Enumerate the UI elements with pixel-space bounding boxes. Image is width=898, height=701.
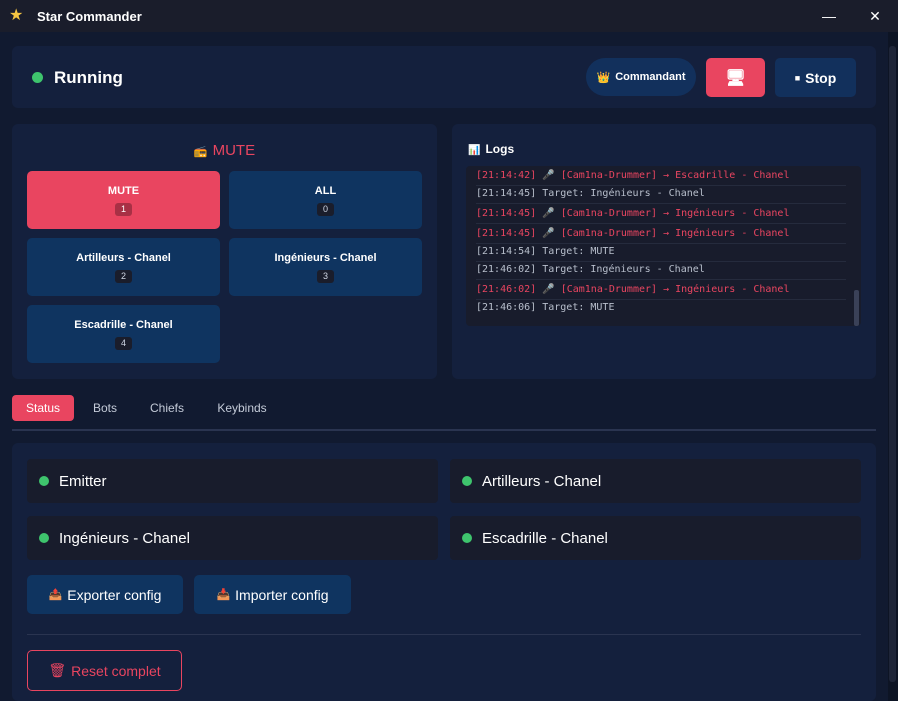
- tab-divider: [12, 429, 876, 431]
- target-ingenieurs-button[interactable]: Ingénieurs - Chanel 3: [229, 238, 422, 296]
- logs-title: 📊 Logs: [468, 142, 514, 156]
- tab-status[interactable]: Status: [12, 395, 74, 421]
- target-label: Escadrille - Chanel: [74, 319, 173, 331]
- log-line: [21:14:42] 🎤 [Cam1na-Drummer] → Escadril…: [476, 166, 846, 186]
- target-escadrille-button[interactable]: Escadrille - Chanel 4: [27, 305, 220, 363]
- target-key-badge: 4: [115, 337, 132, 350]
- target-all-button[interactable]: ALL 0: [229, 171, 422, 229]
- log-line: [21:14:45] 🎤 [Cam1na-Drummer] → Ingénieu…: [476, 224, 846, 244]
- logs-title-label: Logs: [485, 142, 515, 156]
- commandant-label: Commandant: [615, 71, 686, 83]
- status-item-label: Escadrille - Chanel: [482, 530, 608, 547]
- target-label: ALL: [314, 185, 337, 197]
- target-label: MUTE: [107, 185, 140, 197]
- minimize-button[interactable]: —: [806, 0, 852, 32]
- log-scrollbar[interactable]: [854, 290, 859, 326]
- status-dot: [39, 476, 49, 486]
- status-dot: [39, 533, 49, 543]
- radio-icon: 📻: [193, 146, 208, 158]
- target-key-badge: 2: [115, 270, 132, 283]
- stop-button[interactable]: ■ Stop: [775, 58, 856, 97]
- current-target-label: MUTE: [212, 142, 256, 159]
- import-config-label: Importer config: [235, 586, 329, 603]
- window-title: Star Commander: [37, 8, 142, 24]
- log-line: [21:14:54] Target: MUTE: [476, 242, 846, 262]
- scrollbar-thumb[interactable]: [889, 46, 896, 682]
- reset-label: Reset complet: [71, 662, 161, 679]
- page-scrollbar[interactable]: [888, 32, 898, 701]
- chart-icon: 📊: [468, 145, 481, 156]
- log-line: [21:46:02] Target: Ingénieurs - Chanel: [476, 260, 846, 280]
- crown-icon: 👑: [596, 71, 611, 84]
- target-mute-button[interactable]: MUTE 1: [27, 171, 220, 229]
- tab-bots[interactable]: Bots: [84, 395, 126, 421]
- log-line: [21:46:06] Target: MUTE: [476, 302, 615, 313]
- section-divider: [27, 634, 861, 635]
- target-label: Ingénieurs - Chanel: [274, 252, 377, 264]
- status-dot: [462, 476, 472, 486]
- status-item: Ingénieurs - Chanel: [27, 516, 438, 560]
- status-item: Emitter: [27, 459, 438, 503]
- target-key-badge: 3: [317, 270, 334, 283]
- commandant-button[interactable]: 👑 Commandant: [586, 58, 696, 96]
- download-icon: 📥: [216, 589, 231, 601]
- star-icon: ★: [9, 7, 24, 24]
- current-target-title: 📻 MUTE: [12, 142, 437, 159]
- log-line: [21:46:02] 🎤 [Cam1na-Drummer] → Ingénieu…: [476, 280, 846, 300]
- reset-button[interactable]: 🗑 Reset complet: [27, 650, 182, 691]
- running-status-dot: [32, 72, 43, 83]
- trash-icon: 🗑: [48, 662, 67, 678]
- tab-chiefs[interactable]: Chiefs: [140, 395, 194, 421]
- target-key-badge: 0: [317, 203, 334, 216]
- status-item: Escadrille - Chanel: [450, 516, 861, 560]
- stop-icon: ■: [794, 72, 801, 83]
- target-label: Artilleurs - Chanel: [76, 252, 171, 264]
- stop-label: Stop: [805, 69, 837, 86]
- status-item: Artilleurs - Chanel: [450, 459, 861, 503]
- close-button[interactable]: ✕: [852, 0, 898, 32]
- status-item-label: Emitter: [59, 473, 107, 490]
- running-status-label: Running: [54, 68, 123, 87]
- upload-icon: 📤: [48, 589, 63, 601]
- log-line: [21:14:45] Target: Ingénieurs - Chanel: [476, 184, 846, 204]
- status-item-label: Artilleurs - Chanel: [482, 473, 602, 490]
- status-dot: [462, 533, 472, 543]
- status-item-label: Ingénieurs - Chanel: [59, 530, 190, 547]
- monitor-button[interactable]: 🖥: [706, 58, 765, 97]
- import-config-button[interactable]: 📥 Importer config: [194, 575, 351, 614]
- log-line: [21:14:45] 🎤 [Cam1na-Drummer] → Ingénieu…: [476, 204, 846, 224]
- export-config-button[interactable]: 📤 Exporter config: [27, 575, 183, 614]
- target-artilleurs-button[interactable]: Artilleurs - Chanel 2: [27, 238, 220, 296]
- export-config-label: Exporter config: [67, 586, 162, 603]
- target-key-badge: 1: [115, 203, 132, 216]
- monitor-icon: 🖥: [725, 69, 746, 87]
- tab-keybinds[interactable]: Keybinds: [208, 395, 276, 421]
- title-bar: ★ Star Commander — ✕: [0, 0, 898, 32]
- log-list[interactable]: [21:14:42] 🎤 [Cam1na-Drummer] → Escadril…: [466, 166, 861, 326]
